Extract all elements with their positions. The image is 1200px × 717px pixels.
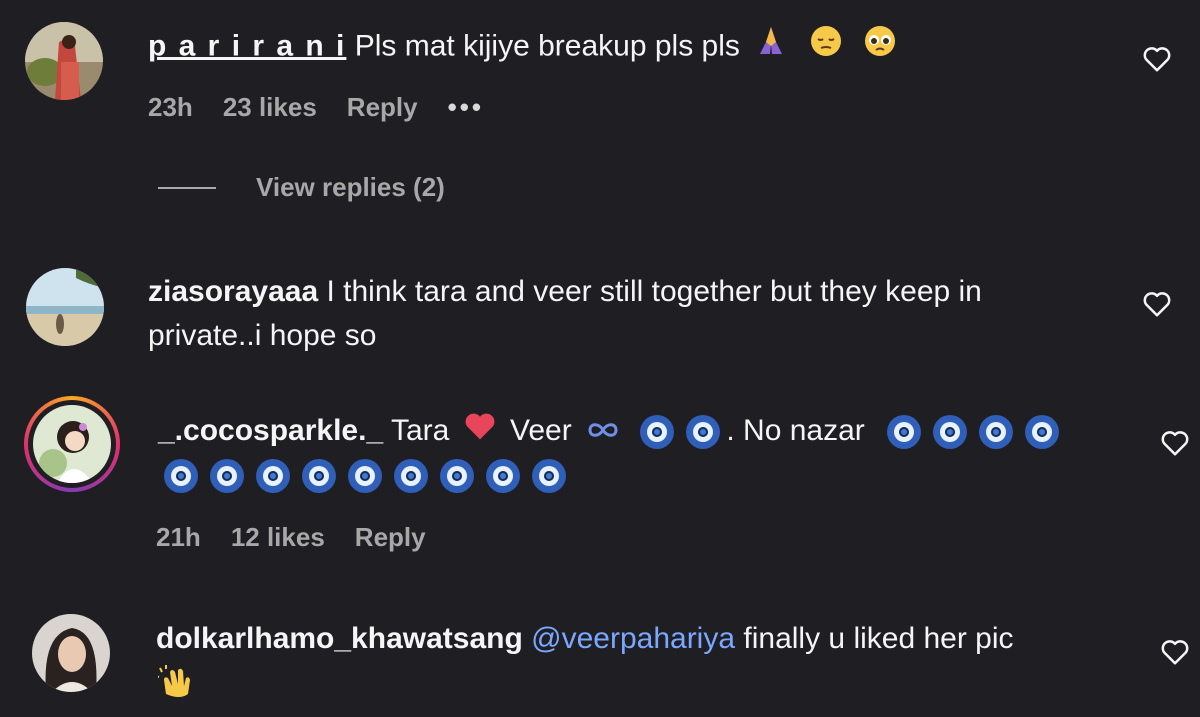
mention-link[interactable]: @veerpahariya <box>531 622 735 655</box>
view-replies-button[interactable]: View replies (2) <box>158 172 445 203</box>
comment-time: 23h <box>148 92 193 122</box>
like-count[interactable]: 23 likes <box>223 92 317 123</box>
like-heart-icon[interactable] <box>1160 637 1190 667</box>
nazar-amulet-icon <box>394 459 428 494</box>
nazar-amulet-icon <box>933 415 968 450</box>
reply-button[interactable]: Reply <box>347 92 418 123</box>
infinity-icon <box>586 410 620 454</box>
avatar[interactable] <box>32 614 110 692</box>
username-link[interactable]: ziasorayaaa <box>148 275 318 308</box>
comment-body: Tara <box>390 414 450 447</box>
view-replies-label: View replies (2) <box>256 172 445 202</box>
comment-time: 21h <box>156 522 201 552</box>
comment-meta: 23h 23 likes Reply ••• <box>148 92 514 123</box>
nazar-amulet-icon <box>440 459 474 494</box>
pensive-face-icon <box>809 24 843 71</box>
comment-text-continued <box>155 664 194 713</box>
username-link[interactable]: dolkarlhamo_khawatsang <box>156 622 523 655</box>
like-heart-icon[interactable] <box>1142 44 1172 74</box>
comment-text-continued <box>158 453 572 497</box>
pleading-face-icon <box>863 24 897 71</box>
folded-hands-icon <box>754 24 788 71</box>
comment-text-continued: private..i hope so <box>148 319 377 352</box>
nazar-amulet-icon <box>348 459 382 494</box>
nazar-amulet-icon <box>302 459 336 494</box>
like-heart-icon[interactable] <box>1142 289 1172 319</box>
nazar-amulet-icon <box>256 459 290 494</box>
comment-meta: 21h 12 likes Reply <box>156 522 456 553</box>
comment-text: p a r i r a n i Pls mat kijiye breakup p… <box>148 24 903 71</box>
clapping-hands-icon <box>155 664 194 713</box>
divider-line <box>158 186 216 189</box>
reply-button[interactable]: Reply <box>355 522 426 553</box>
nazar-amulet-icon <box>640 415 675 450</box>
comment-text: _.cocosparkle._ Tara Veer . No nazar <box>158 409 1065 454</box>
nazar-amulet-icon <box>1025 415 1060 450</box>
username-link[interactable]: _.cocosparkle._ <box>158 414 383 447</box>
more-options-button[interactable]: ••• <box>448 92 484 123</box>
avatar[interactable] <box>25 22 103 100</box>
nazar-amulet-icon <box>686 415 721 450</box>
nazar-amulet-icon <box>979 415 1014 450</box>
red-heart-icon <box>464 410 496 454</box>
comment-body: . No nazar <box>726 414 865 447</box>
nazar-amulet-icon <box>210 459 244 494</box>
comment-body: Pls mat kijiye breakup pls pls <box>354 29 740 63</box>
nazar-amulet-icon <box>887 415 922 450</box>
nazar-amulet-icon <box>486 459 520 494</box>
nazar-amulet-icon <box>532 459 566 494</box>
like-count[interactable]: 12 likes <box>231 522 325 553</box>
nazar-amulet-icon <box>164 459 198 494</box>
avatar[interactable] <box>26 268 104 346</box>
like-heart-icon[interactable] <box>1160 428 1190 458</box>
comment-body: Veer <box>509 414 572 447</box>
comment-text: dolkarlhamo_khawatsang @veerpahariya fin… <box>156 617 1014 661</box>
comment-text: ziasorayaaa I think tara and veer still … <box>148 270 982 314</box>
comment-body: I think tara and veer still together but… <box>326 275 982 308</box>
comment-body: finally u liked her pic <box>743 622 1014 655</box>
avatar-story-ring[interactable] <box>24 396 120 492</box>
username-link[interactable]: p a r i r a n i <box>148 29 346 62</box>
